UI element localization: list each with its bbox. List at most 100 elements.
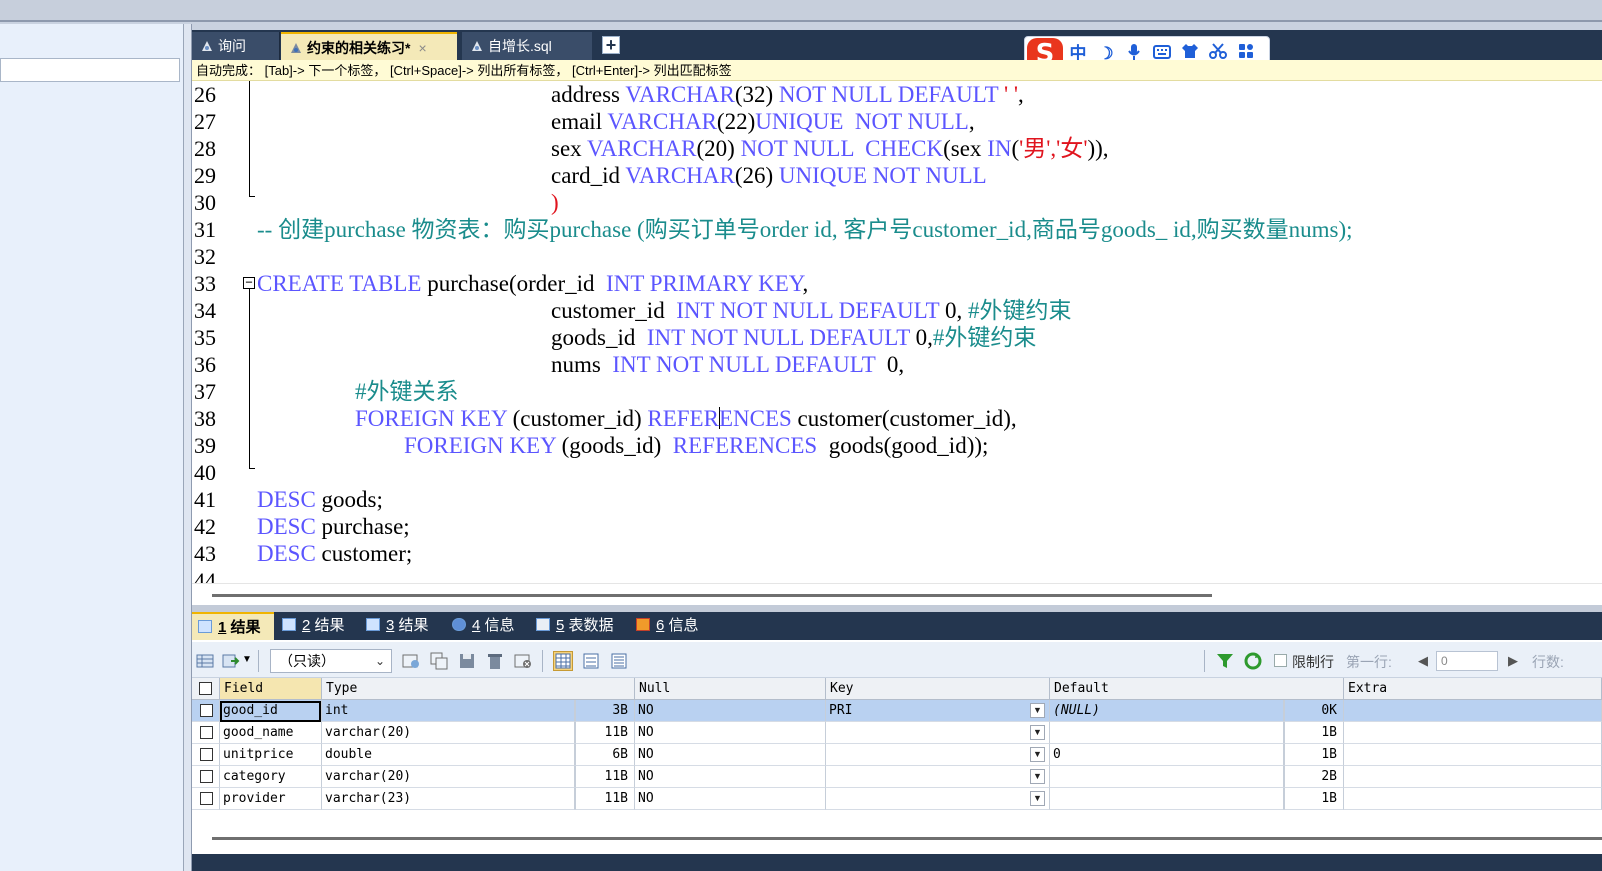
object-filter-input[interactable] xyxy=(0,58,180,82)
delete-icon[interactable] xyxy=(486,652,504,670)
row-checkbox[interactable] xyxy=(200,704,213,717)
cell-field[interactable]: category xyxy=(220,766,322,788)
cell-default-size[interactable]: 2B xyxy=(1284,766,1344,788)
chevron-down-icon[interactable]: ▼ xyxy=(242,654,252,665)
close-tab-icon[interactable]: × xyxy=(418,40,426,56)
cell-type[interactable]: varchar(20) xyxy=(322,722,575,744)
row-select-cell[interactable] xyxy=(192,744,220,766)
readonly-mode-select[interactable]: （只读） ⌄ xyxy=(270,649,392,673)
cell-field[interactable]: good_name xyxy=(220,722,322,744)
filter-icon[interactable] xyxy=(1216,652,1234,670)
next-page-icon[interactable]: ▶ xyxy=(1506,653,1520,669)
cell-type[interactable]: varchar(20) xyxy=(322,766,575,788)
column-header-null[interactable]: Null xyxy=(635,678,826,700)
key-dropdown-icon[interactable]: ▼ xyxy=(1030,769,1045,784)
cell-default[interactable] xyxy=(1050,722,1284,744)
column-header-key[interactable]: Key xyxy=(826,678,1050,700)
form-view-icon[interactable] xyxy=(582,652,600,670)
cell-type-size[interactable]: 11B xyxy=(575,766,635,788)
tab-autoincrement-sql[interactable]: 自增长.sql xyxy=(462,32,592,60)
editor-results-splitter[interactable] xyxy=(192,605,1602,612)
row-checkbox[interactable] xyxy=(200,792,213,805)
previous-page-icon[interactable]: ◀ xyxy=(1416,653,1430,669)
cell-type-size[interactable]: 6B xyxy=(575,744,635,766)
row-select-cell[interactable] xyxy=(192,766,220,788)
cell-type[interactable]: varchar(23) xyxy=(322,788,575,810)
row-select-cell[interactable] xyxy=(192,788,220,810)
cell-key[interactable] xyxy=(826,788,1050,810)
key-dropdown-icon[interactable]: ▼ xyxy=(1030,791,1045,806)
insert-row-icon[interactable] xyxy=(402,652,420,670)
row-select-cell[interactable] xyxy=(192,700,220,722)
tab-info-4[interactable]: 4 信息 xyxy=(446,612,515,640)
select-all-header[interactable] xyxy=(192,678,220,700)
tab-result-2[interactable]: 2 结果 xyxy=(276,612,345,640)
table-row[interactable]: good_id int 3B NO PRI (NULL) 0K ▼ xyxy=(192,700,1602,722)
cell-default-size[interactable]: 1B xyxy=(1284,744,1344,766)
row-select-cell[interactable] xyxy=(192,722,220,744)
column-header-type[interactable]: Type xyxy=(322,678,635,700)
table-row[interactable]: provider varchar(23) 11B NO 1B ▼ xyxy=(192,788,1602,810)
cell-field[interactable]: provider xyxy=(220,788,322,810)
duplicate-row-icon[interactable] xyxy=(430,652,448,670)
cell-null[interactable]: NO xyxy=(635,744,826,766)
cell-default[interactable]: (NULL) xyxy=(1050,700,1284,722)
cell-type-size[interactable]: 11B xyxy=(575,788,635,810)
tab-result-1[interactable]: 1 结果 xyxy=(192,612,274,640)
row-checkbox[interactable] xyxy=(200,726,213,739)
tab-table-data-5[interactable]: 5 表数据 xyxy=(530,612,614,640)
export-icon[interactable] xyxy=(222,652,240,670)
limit-rows-checkbox[interactable] xyxy=(1274,654,1287,667)
key-dropdown-icon[interactable]: ▼ xyxy=(1030,747,1045,762)
editor-horizontal-scrollbar[interactable] xyxy=(192,583,1602,605)
scrollbar-thumb[interactable] xyxy=(212,594,1212,597)
cell-type[interactable]: int xyxy=(322,700,575,722)
cell-null[interactable]: NO xyxy=(635,722,826,744)
save-icon[interactable] xyxy=(458,652,476,670)
cell-extra[interactable] xyxy=(1344,766,1602,788)
cell-type[interactable]: double xyxy=(322,744,575,766)
cell-default[interactable]: 0 xyxy=(1050,744,1284,766)
cell-key[interactable] xyxy=(826,766,1050,788)
key-dropdown-icon[interactable]: ▼ xyxy=(1030,725,1045,740)
key-dropdown-icon[interactable]: ▼ xyxy=(1030,703,1045,718)
add-row-icon[interactable] xyxy=(196,652,214,670)
cell-default-size[interactable]: 1B xyxy=(1284,788,1344,810)
tab-result-3[interactable]: 3 结果 xyxy=(360,612,429,640)
new-tab-button[interactable]: + xyxy=(602,36,620,54)
cell-extra[interactable] xyxy=(1344,788,1602,810)
results-horizontal-scrollbar[interactable] xyxy=(192,828,1602,854)
tab-constraint-practice[interactable]: 约束的相关练习* × xyxy=(281,32,457,60)
scrollbar-thumb[interactable] xyxy=(212,837,1602,840)
column-header-field[interactable]: Field xyxy=(220,678,322,700)
select-all-checkbox[interactable] xyxy=(199,682,212,695)
refresh-icon[interactable] xyxy=(1244,652,1262,670)
text-view-icon[interactable] xyxy=(610,652,628,670)
cell-default-size[interactable]: 1B xyxy=(1284,722,1344,744)
cell-type-size[interactable]: 3B xyxy=(575,700,635,722)
table-row[interactable]: category varchar(20) 11B NO 2B ▼ xyxy=(192,766,1602,788)
tab-info-6[interactable]: 6 信息 xyxy=(630,612,699,640)
row-checkbox[interactable] xyxy=(200,748,213,761)
cell-key[interactable] xyxy=(826,722,1050,744)
cell-extra[interactable] xyxy=(1344,744,1602,766)
cell-extra[interactable] xyxy=(1344,700,1602,722)
cell-field[interactable]: unitprice xyxy=(220,744,322,766)
cell-key[interactable]: PRI xyxy=(826,700,1050,722)
sql-code-editor[interactable]: 26 27 28 29 30 31 32 33 34 35 36 37 38 3… xyxy=(192,81,1602,583)
tab-query[interactable]: 询问 xyxy=(192,32,280,60)
cell-default[interactable] xyxy=(1050,788,1284,810)
cell-default-size[interactable]: 0K xyxy=(1284,700,1344,722)
cell-null[interactable]: NO xyxy=(635,788,826,810)
column-header-default[interactable]: Default xyxy=(1050,678,1344,700)
cell-null[interactable]: NO xyxy=(635,766,826,788)
cell-default[interactable] xyxy=(1050,766,1284,788)
first-row-input[interactable]: 0 xyxy=(1436,651,1498,671)
cell-extra[interactable] xyxy=(1344,722,1602,744)
cell-key[interactable] xyxy=(826,744,1050,766)
cell-type-size[interactable]: 11B xyxy=(575,722,635,744)
row-checkbox[interactable] xyxy=(200,770,213,783)
fold-toggle-icon[interactable]: − xyxy=(243,276,255,289)
panel-splitter[interactable] xyxy=(184,24,192,871)
cancel-changes-icon[interactable] xyxy=(514,652,532,670)
